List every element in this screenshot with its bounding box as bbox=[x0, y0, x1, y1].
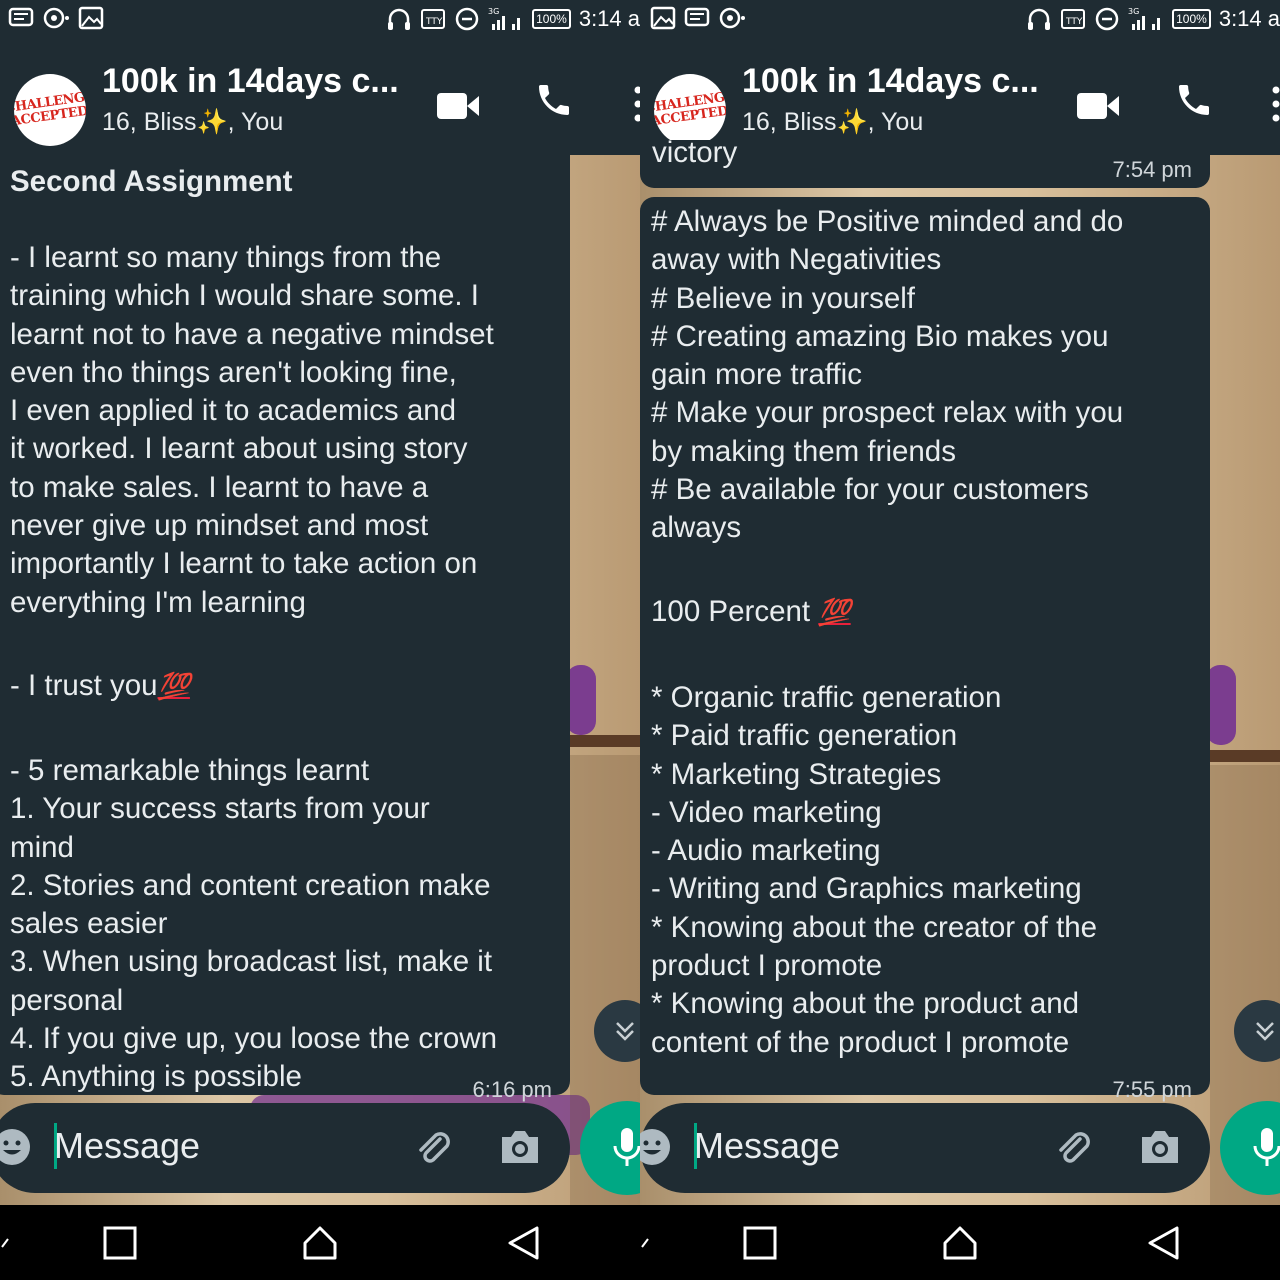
status-right-icons: TTY 3G 100% 3:14 a bbox=[1026, 6, 1280, 32]
message-partial-text: victory bbox=[652, 140, 738, 169]
tty-icon: TTY bbox=[421, 9, 446, 29]
message-icon bbox=[684, 7, 710, 27]
image-icon bbox=[78, 6, 104, 30]
wallpaper-shelf bbox=[1210, 750, 1280, 762]
headphones-icon bbox=[1028, 8, 1051, 30]
right-screenshot: TTY 3G 100% 3:14 a CHALLENGE ACCEPTED 10… bbox=[640, 0, 1280, 1280]
signal-3g-icon: 3G bbox=[488, 7, 521, 30]
message-list: - 5 remarkable things learnt 1. Your suc… bbox=[10, 754, 498, 1094]
svg-text:3G: 3G bbox=[1128, 7, 1139, 16]
status-left-icons bbox=[8, 6, 104, 30]
tty-icon: TTY bbox=[1061, 9, 1086, 29]
message-input-bar[interactable]: Message bbox=[640, 1103, 1210, 1193]
message-time: 6:16 pm bbox=[472, 1077, 553, 1102]
battery-indicator: 100% bbox=[532, 9, 571, 29]
emoji-icon[interactable] bbox=[0, 1125, 34, 1169]
attach-icon[interactable] bbox=[1050, 1125, 1094, 1169]
status-right-icons: TTY 3G 100% 3:14 a bbox=[386, 6, 640, 32]
headphones-icon bbox=[388, 8, 411, 30]
do-not-disturb-icon bbox=[1095, 7, 1119, 31]
image-icon bbox=[650, 6, 676, 30]
percent-text: 100 Percent bbox=[651, 595, 811, 628]
message-tips: # Always be Positive minded and do away … bbox=[651, 205, 1124, 545]
chevron-double-down-icon bbox=[616, 1022, 634, 1041]
status-bar: TTY 3G 100% 3:14 a bbox=[0, 0, 640, 40]
svg-text:3G: 3G bbox=[488, 7, 499, 16]
group-avatar[interactable]: CHALLENGE ACCEPTED bbox=[654, 74, 726, 146]
back-icon[interactable] bbox=[506, 1225, 542, 1261]
svg-text:TTY: TTY bbox=[1065, 17, 1083, 27]
message-bubble[interactable]: # Always be Positive minded and do away … bbox=[640, 197, 1210, 1102]
chat-bubble-icon bbox=[719, 7, 745, 29]
emoji-icon[interactable] bbox=[640, 1125, 674, 1169]
video-call-icon[interactable] bbox=[436, 88, 480, 124]
back-icon[interactable] bbox=[1146, 1225, 1182, 1261]
more-options-icon[interactable] bbox=[632, 84, 640, 124]
navigation-bar bbox=[0, 1205, 640, 1280]
battery-indicator: 100% bbox=[1172, 9, 1211, 29]
camera-icon[interactable] bbox=[498, 1127, 542, 1167]
message-input[interactable]: Message bbox=[694, 1121, 840, 1171]
trust-text: - I trust you bbox=[10, 669, 158, 702]
group-title[interactable]: 100k in 14days c... bbox=[102, 62, 399, 101]
chat-header[interactable]: CHALLENGE ACCEPTED 100k in 14days c... 1… bbox=[640, 40, 1280, 155]
message-bubble[interactable]: Second Assignment - I learnt so many thi… bbox=[0, 155, 570, 1102]
video-call-icon[interactable] bbox=[1076, 88, 1120, 124]
home-icon[interactable] bbox=[302, 1225, 338, 1261]
recents-icon[interactable] bbox=[742, 1225, 778, 1261]
more-options-icon[interactable] bbox=[1270, 84, 1280, 124]
nav-partial-icon bbox=[641, 1238, 649, 1248]
voice-call-icon[interactable] bbox=[1174, 80, 1214, 120]
chat-bubble-icon bbox=[43, 7, 69, 29]
svg-text:TTY: TTY bbox=[425, 17, 443, 27]
message-bubble[interactable]: victory 7:54 pm bbox=[640, 140, 1210, 188]
message-input-bar[interactable]: Message bbox=[0, 1103, 570, 1193]
wallpaper-purple-object bbox=[566, 665, 596, 735]
group-members[interactable]: 16, Bliss✨, You bbox=[102, 108, 283, 137]
chat-header[interactable]: CHALLENGE ACCEPTED 100k in 14days c... 1… bbox=[0, 40, 640, 155]
wallpaper-purple-object bbox=[1206, 665, 1236, 745]
message-line: - I trust you💯 bbox=[10, 667, 190, 705]
wallpaper-shelf bbox=[570, 735, 640, 747]
nav-partial-icon bbox=[1, 1238, 9, 1248]
message-icon bbox=[8, 7, 34, 27]
status-bar: TTY 3G 100% 3:14 a bbox=[640, 0, 1280, 40]
message-input[interactable]: Message bbox=[54, 1121, 200, 1171]
navigation-bar bbox=[640, 1205, 1280, 1280]
status-time: 3:14 a bbox=[578, 6, 640, 31]
camera-icon[interactable] bbox=[1138, 1127, 1182, 1167]
left-screenshot: TTY 3G 100% 3:14 a CHALLENGE ACCEPTED 10… bbox=[0, 0, 640, 1280]
home-icon[interactable] bbox=[942, 1225, 978, 1261]
chevron-double-down-icon bbox=[1256, 1022, 1274, 1041]
message-paragraph: - I learnt so many things from the train… bbox=[10, 241, 494, 619]
message-time: 7:54 pm bbox=[1112, 157, 1193, 182]
status-left-icons bbox=[650, 6, 746, 30]
group-members[interactable]: 16, Bliss✨, You bbox=[742, 108, 923, 137]
message-list: * Organic traffic generation * Paid traf… bbox=[651, 681, 1098, 1059]
recents-icon[interactable] bbox=[102, 1225, 138, 1261]
voice-call-icon[interactable] bbox=[534, 80, 574, 120]
signal-3g-icon: 3G bbox=[1128, 7, 1161, 30]
group-avatar[interactable]: CHALLENGE ACCEPTED bbox=[14, 74, 86, 146]
hundred-points-emoji: 💯 bbox=[157, 671, 190, 701]
do-not-disturb-icon bbox=[455, 7, 479, 31]
hundred-points-emoji: 💯 bbox=[818, 597, 851, 627]
message-heading: Second Assignment bbox=[10, 165, 293, 198]
message-time: 7:55 pm bbox=[1112, 1077, 1193, 1102]
mic-icon bbox=[1253, 1128, 1280, 1166]
attach-icon[interactable] bbox=[410, 1125, 454, 1169]
mic-icon bbox=[613, 1128, 640, 1166]
group-title[interactable]: 100k in 14days c... bbox=[742, 62, 1039, 101]
status-time: 3:14 a bbox=[1218, 6, 1280, 31]
message-line: 100 Percent 💯 bbox=[651, 593, 851, 631]
